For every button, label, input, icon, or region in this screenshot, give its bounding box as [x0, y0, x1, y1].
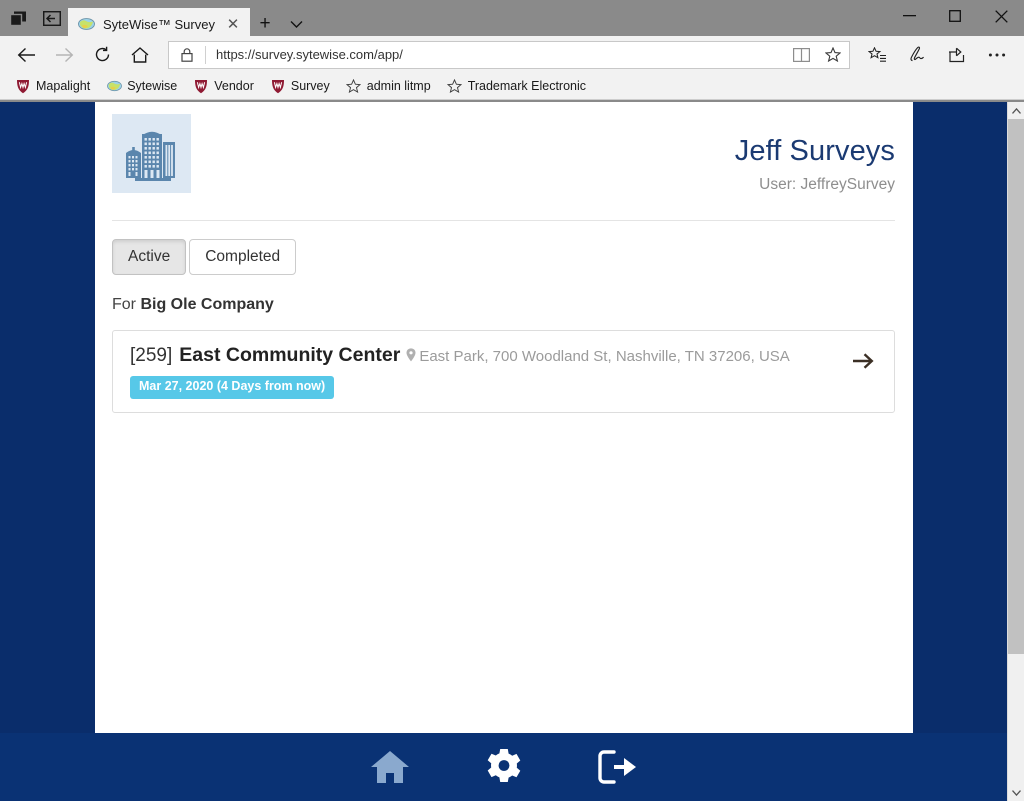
bookmarks-bar: Mapalight Sytewise Vendor Survey admin l…	[0, 73, 1024, 100]
bottom-navigation	[0, 733, 1007, 801]
scroll-up-arrow-icon[interactable]	[1008, 102, 1024, 119]
bookmark-vendor[interactable]: Vendor	[186, 76, 261, 96]
survey-address: East Park, 700 Woodland St, Nashville, T…	[419, 347, 790, 365]
address-bar-icons	[785, 42, 849, 68]
page-title: Jeff Surveys	[734, 135, 895, 167]
bookmark-mapalight[interactable]: Mapalight	[8, 76, 97, 96]
tab-active[interactable]: Active	[112, 238, 187, 275]
survey-item-heading: [259] East Community Center East Park, 7…	[130, 344, 846, 367]
window-controls	[886, 0, 1024, 36]
star-outline-icon	[447, 78, 463, 94]
header-divider	[112, 219, 895, 221]
set-tabs-aside-icon[interactable]	[42, 8, 62, 28]
scroll-down-arrow-icon[interactable]	[1008, 784, 1024, 801]
page-viewport: Jeff Surveys User: JeffreySurvey Active …	[0, 102, 1024, 801]
w-crest-icon	[193, 78, 209, 94]
bookmark-sytewise[interactable]: Sytewise	[99, 76, 184, 96]
refresh-icon[interactable]	[84, 40, 120, 70]
w-crest-icon	[270, 78, 286, 94]
padlock-icon	[169, 47, 205, 62]
logout-icon[interactable]	[595, 744, 641, 790]
maximize-button[interactable]	[932, 0, 978, 32]
w-crest-icon	[15, 78, 31, 94]
company-name: Big Ole Company	[140, 295, 274, 313]
app-container: Jeff Surveys User: JeffreySurvey Active …	[95, 102, 913, 733]
favorite-star-icon[interactable]	[817, 42, 849, 68]
more-icon[interactable]	[978, 40, 1016, 70]
task-view-icon[interactable]	[8, 8, 28, 28]
bookmark-label: Trademark Electronic	[467, 79, 587, 93]
browser-tab[interactable]: SyteWise™ Survey ✕	[68, 8, 250, 40]
survey-date-badge: Mar 27, 2020 (4 Days from now)	[130, 375, 335, 399]
user-label: User: JeffreySurvey	[759, 175, 895, 193]
bookmark-admin-litmp[interactable]: admin litmp	[339, 76, 438, 96]
titlebar-left-icons	[0, 0, 68, 36]
bookmark-label: Survey	[290, 79, 330, 93]
tab-completed[interactable]: Completed	[189, 238, 297, 275]
home-icon[interactable]	[122, 40, 158, 70]
scrollbar-thumb[interactable]	[1008, 119, 1024, 654]
star-outline-icon	[346, 78, 362, 94]
bookmark-label: Mapalight	[36, 79, 91, 93]
bookmark-label: Sytewise	[127, 79, 178, 93]
survey-id: [259]	[130, 344, 173, 366]
forward-arrow-icon[interactable]	[46, 40, 82, 70]
home-icon[interactable]	[367, 744, 413, 790]
browser-window: SyteWise™ Survey ✕ + https://survey.syte…	[0, 0, 1024, 801]
survey-item-main: [259] East Community Center East Park, 7…	[130, 344, 846, 399]
browser-titlebar: SyteWise™ Survey ✕ +	[0, 0, 1024, 40]
address-bar[interactable]: https://survey.sytewise.com/app/	[168, 40, 850, 69]
address-url-text[interactable]: https://survey.sytewise.com/app/	[206, 47, 785, 62]
tab-close-icon[interactable]: ✕	[224, 15, 242, 33]
close-button[interactable]	[978, 0, 1024, 32]
tab-title: SyteWise™ Survey	[103, 16, 215, 32]
reading-view-icon[interactable]	[785, 42, 817, 68]
bookmark-label: Vendor	[214, 79, 254, 93]
minimize-button[interactable]	[886, 0, 932, 32]
bookmark-trademark-electronic[interactable]: Trademark Electronic	[440, 76, 593, 96]
chevron-down-icon[interactable]	[280, 8, 312, 40]
right-arrow-icon[interactable]	[846, 344, 880, 370]
location-pin-icon	[406, 348, 416, 367]
page-content-area: Jeff Surveys User: JeffreySurvey Active …	[0, 102, 1007, 801]
survey-list-item[interactable]: [259] East Community Center East Park, 7…	[112, 329, 895, 413]
app-header: Jeff Surveys User: JeffreySurvey	[112, 112, 895, 194]
bookmark-label: admin litmp	[366, 79, 431, 93]
app-header-right: Jeff Surveys User: JeffreySurvey	[735, 114, 895, 194]
globe-favicon	[78, 16, 95, 32]
for-prefix: For	[112, 295, 141, 313]
page-scrollbar[interactable]	[1007, 102, 1024, 801]
share-icon[interactable]	[938, 40, 976, 70]
survey-name: East Community Center	[179, 343, 401, 366]
settings-gear-icon[interactable]	[481, 744, 527, 790]
browser-toolbar: https://survey.sytewise.com/app/	[0, 36, 1024, 73]
company-line: For Big Ole Company	[112, 296, 895, 314]
bookmark-survey[interactable]: Survey	[263, 76, 337, 96]
office-buildings-icon	[112, 114, 191, 193]
favorites-hub-icon[interactable]	[858, 40, 896, 70]
status-tabs: Active Completed	[112, 238, 895, 275]
web-notes-icon[interactable]	[898, 40, 936, 70]
globe-favicon	[106, 78, 122, 94]
new-tab-button[interactable]: +	[250, 8, 280, 40]
back-arrow-icon[interactable]	[8, 40, 44, 70]
